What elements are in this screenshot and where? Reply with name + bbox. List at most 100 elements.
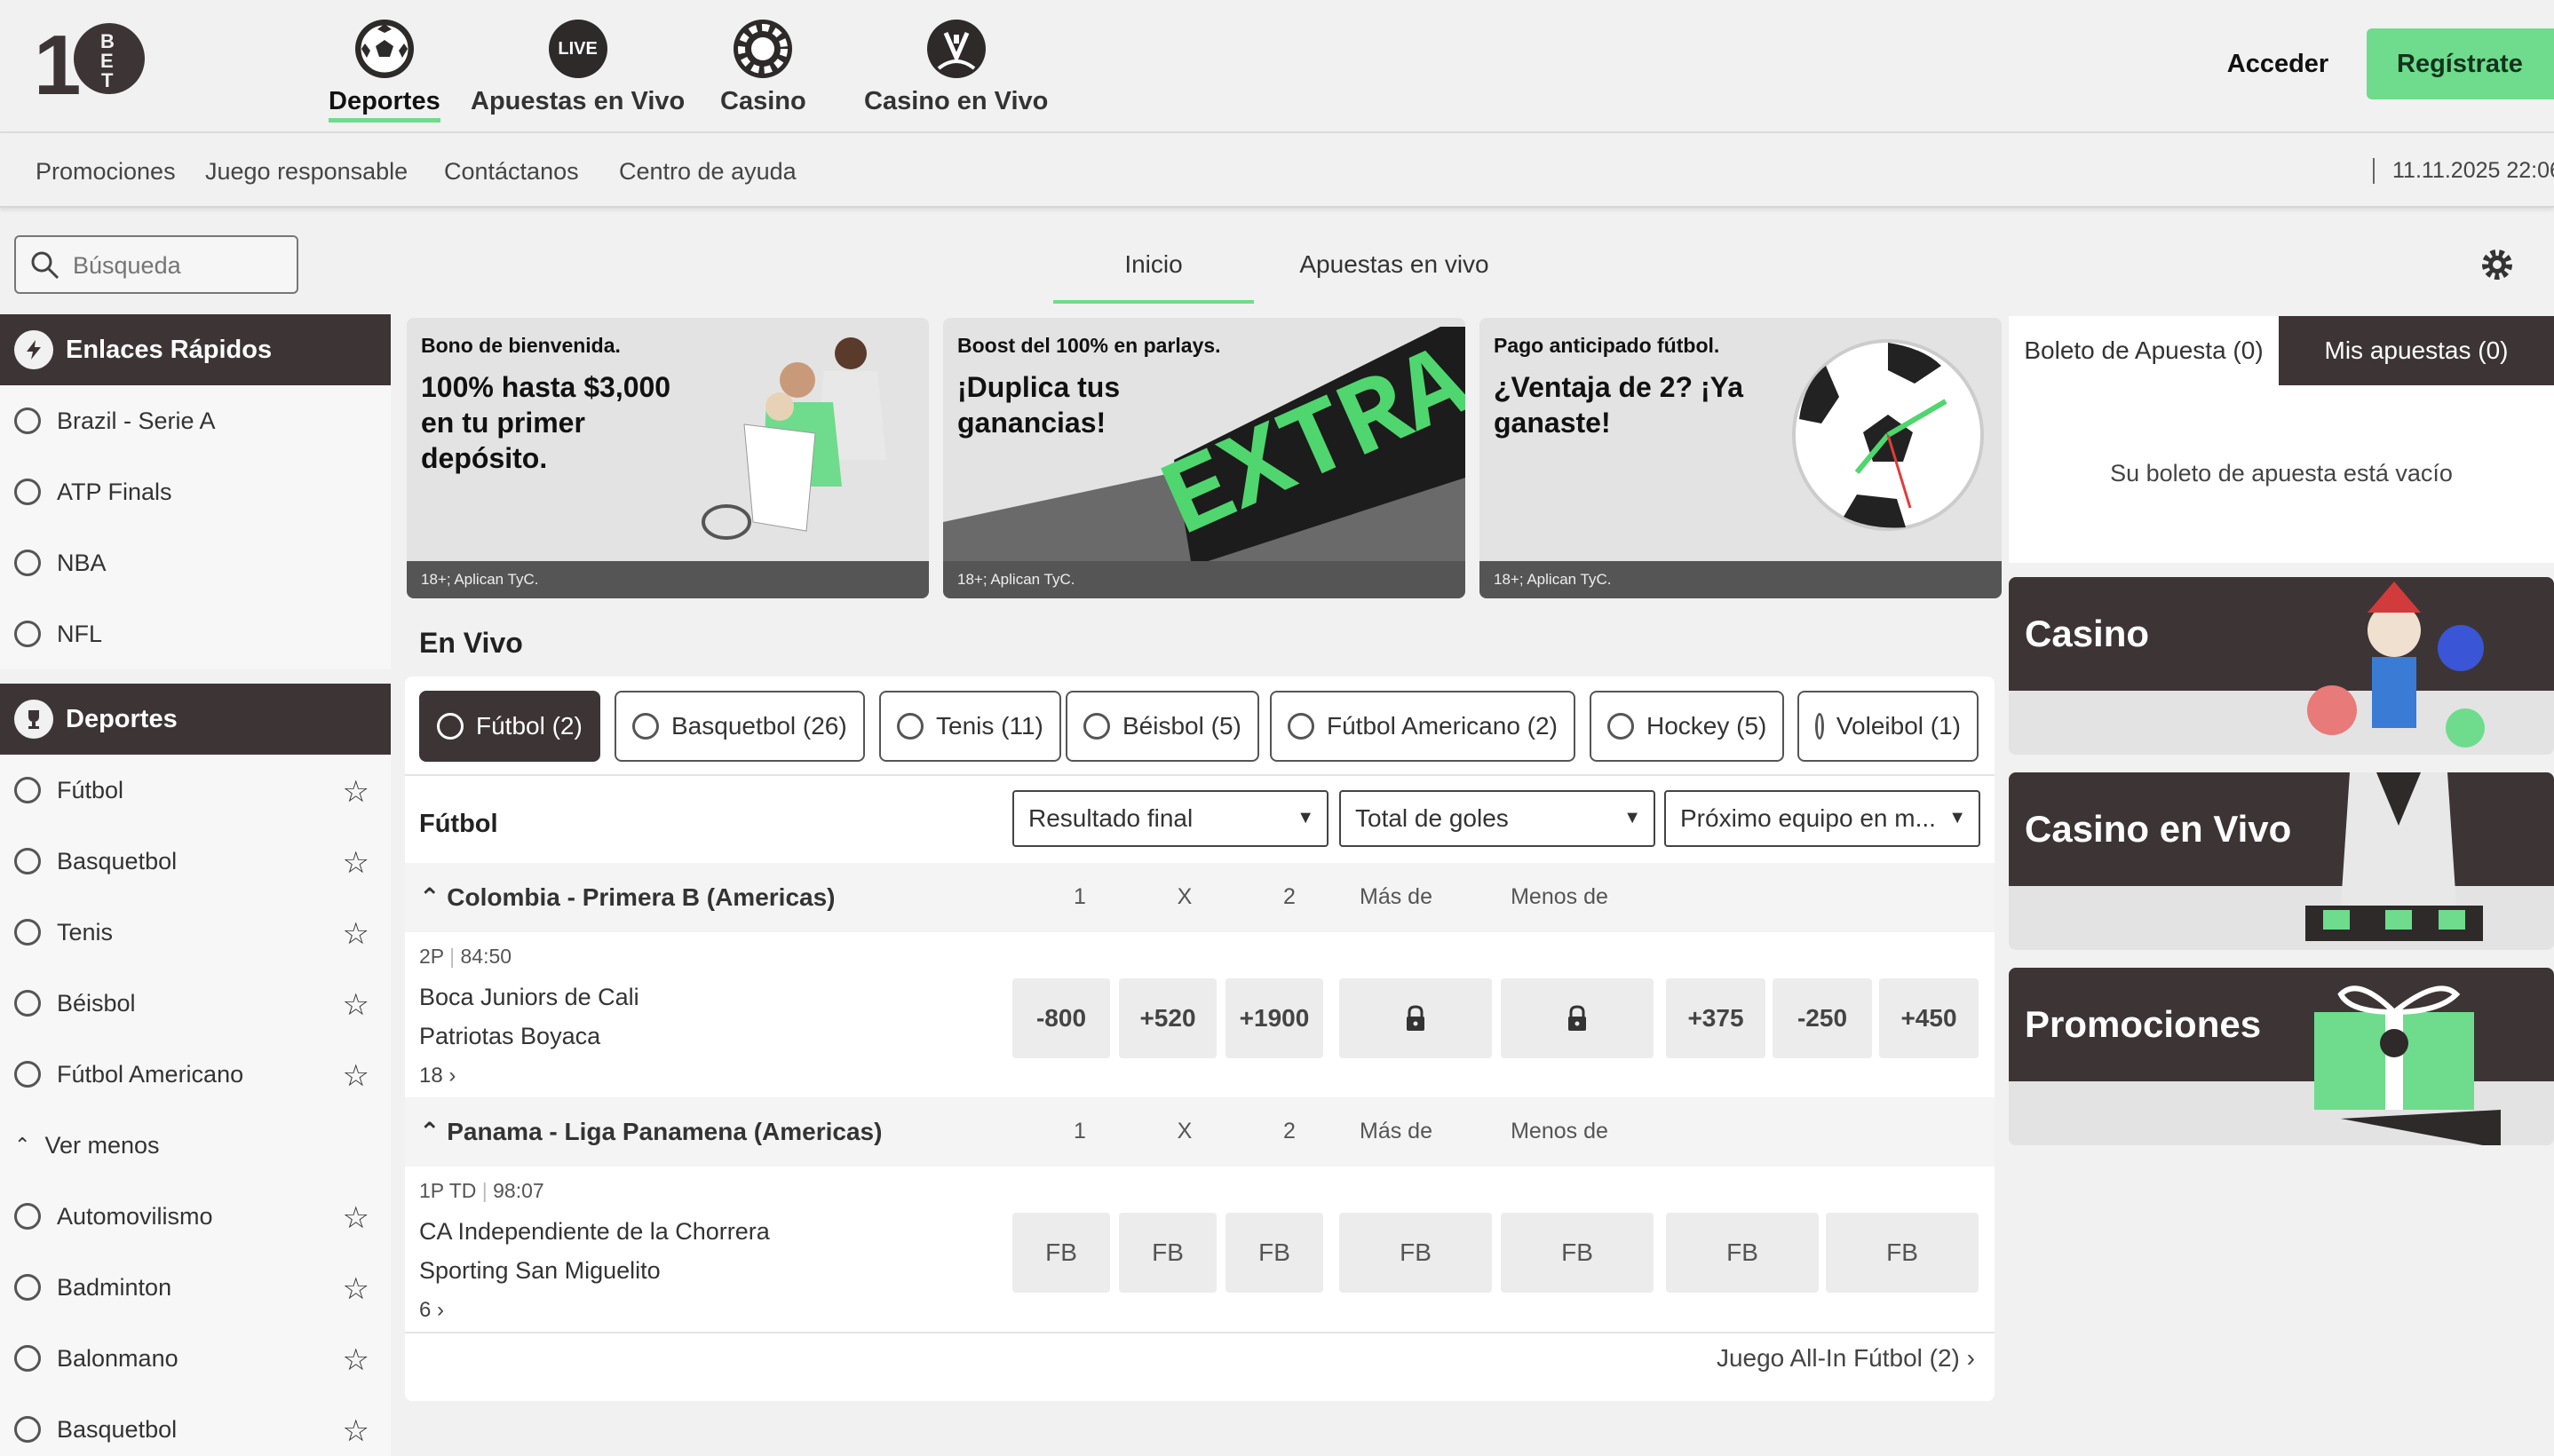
odd-next-team-2[interactable]: +450	[1879, 978, 1979, 1058]
sport-futbol[interactable]: Fútbol ☆	[0, 755, 391, 826]
promo-card-casino-en-vivo[interactable]: Casino en Vivo	[2009, 772, 2554, 950]
quick-link-nfl[interactable]: NFL	[0, 598, 391, 669]
register-button[interactable]: Regístrate	[2367, 28, 2554, 99]
odd-next-team-2[interactable]: FB	[1826, 1213, 1979, 1293]
sport-basquetbol[interactable]: Basquetbol ☆	[0, 826, 391, 897]
link-contactanos[interactable]: Contáctanos	[444, 158, 579, 186]
sport-label: Automovilismo	[57, 1202, 213, 1230]
odd-draw[interactable]: +520	[1119, 978, 1217, 1058]
chevron-up-icon: ⌃	[14, 1134, 31, 1156]
odd-next-team-1[interactable]: FB	[1666, 1213, 1819, 1293]
bet-slip: Boleto de Apuesta (0) Mis apuestas (0) S…	[2009, 316, 2554, 563]
star-icon[interactable]: ☆	[343, 987, 369, 1023]
divider	[405, 1332, 1995, 1333]
odd-home[interactable]: -800	[1012, 978, 1110, 1058]
checkered-flag-icon	[14, 1203, 41, 1230]
link-promociones[interactable]: Promociones	[36, 158, 176, 186]
quick-link-atp-finals[interactable]: ATP Finals	[0, 456, 391, 527]
chevron-down-icon: ▼	[1623, 808, 1641, 827]
link-juego-responsable[interactable]: Juego responsable	[205, 158, 408, 186]
col-under: Menos de	[1511, 1119, 1608, 1143]
promo-card-promociones[interactable]: Promociones	[2009, 968, 2554, 1145]
athletes-illustration	[702, 337, 886, 540]
basketball-icon	[14, 550, 41, 576]
banner-welcome-bonus[interactable]: Bono de bienvenida. 100% hasta $3,000 en…	[407, 318, 929, 598]
star-icon[interactable]: ☆	[343, 774, 369, 810]
chip-futbol[interactable]: Fútbol (2)	[419, 691, 600, 762]
team-away[interactable]: Sporting San Miguelito	[419, 1257, 661, 1285]
handball-icon	[14, 1345, 41, 1372]
odd-draw[interactable]: FB	[1119, 1213, 1217, 1293]
nav-apuestas-en-vivo[interactable]: LIVE Apuestas en Vivo	[471, 20, 685, 116]
col-under: Menos de	[1511, 884, 1608, 909]
chip-futbol-americano[interactable]: Fútbol Americano (2)	[1270, 691, 1575, 762]
hockey-puck-icon	[1607, 713, 1634, 740]
10bet-logo[interactable]: 1 B E T	[34, 18, 149, 107]
match-status: 2P | 84:50	[419, 945, 512, 968]
sport-balonmano[interactable]: Balonmano ☆	[0, 1323, 391, 1394]
banner-kicker: Bono de bienvenida.	[421, 334, 621, 357]
chip-tenis[interactable]: Tenis (11)	[879, 691, 1061, 762]
search-box[interactable]	[14, 235, 298, 294]
star-icon[interactable]: ☆	[343, 1342, 369, 1378]
soccer-ball-icon	[437, 713, 464, 740]
tab-apuestas-en-vivo[interactable]: Apuestas en vivo	[1279, 250, 1510, 279]
chevron-down-icon: ▼	[1297, 808, 1314, 827]
sport-label: Basquetbol	[57, 1415, 178, 1443]
col-draw: X	[1177, 884, 1193, 909]
team-home[interactable]: CA Independiente de la Chorrera	[419, 1218, 770, 1246]
odd-away[interactable]: +1900	[1225, 978, 1323, 1058]
tab-bet-slip[interactable]: Boleto de Apuesta (0)	[2009, 316, 2279, 385]
search-input[interactable]	[73, 246, 286, 285]
chip-voleibol[interactable]: Voleibol (1)	[1797, 691, 1979, 762]
market-select-result[interactable]: Resultado final ▼	[1012, 790, 1329, 847]
tab-my-bets[interactable]: Mis apuestas (0)	[2279, 316, 2554, 385]
league-toggle[interactable]: ⌃ Panama - Liga Panamena (Americas)	[419, 1117, 882, 1146]
star-icon[interactable]: ☆	[343, 1058, 369, 1094]
odd-over[interactable]: FB	[1339, 1213, 1492, 1293]
quick-link-label: NFL	[57, 620, 103, 647]
star-icon[interactable]: ☆	[343, 1271, 369, 1307]
team-away[interactable]: Patriotas Boyaca	[419, 1023, 600, 1050]
sport-beisbol[interactable]: Béisbol ☆	[0, 968, 391, 1039]
star-icon[interactable]: ☆	[343, 845, 369, 881]
more-markets-link[interactable]: 18 ›	[419, 1064, 456, 1088]
nav-casino-en-vivo[interactable]: Casino en Vivo	[864, 20, 1048, 116]
odd-away[interactable]: FB	[1225, 1213, 1323, 1293]
col-draw: X	[1177, 1119, 1193, 1143]
link-centro-de-ayuda[interactable]: Centro de ayuda	[619, 158, 797, 186]
sport-badminton[interactable]: Badminton ☆	[0, 1252, 391, 1323]
market-select-goals[interactable]: Total de goles ▼	[1339, 790, 1655, 847]
promo-card-casino[interactable]: Casino	[2009, 577, 2554, 755]
chip-beisbol[interactable]: Béisbol (5)	[1066, 691, 1259, 762]
odd-next-team-x[interactable]: -250	[1773, 978, 1872, 1058]
toggle-ver-menos[interactable]: ⌃ Ver menos	[0, 1110, 391, 1181]
star-icon[interactable]: ☆	[343, 916, 369, 952]
team-home[interactable]: Boca Juniors de Cali	[419, 984, 639, 1011]
chip-hockey[interactable]: Hockey (5)	[1590, 691, 1785, 762]
league-toggle[interactable]: ⌃ Colombia - Primera B (Americas)	[419, 882, 836, 912]
sport-basquetbol-2[interactable]: Basquetbol ☆	[0, 1394, 391, 1456]
all-in-link[interactable]: Juego All-In Fútbol (2) ›	[1717, 1344, 1975, 1373]
chip-basquetbol[interactable]: Basquetbol (26)	[615, 691, 865, 762]
gear-icon[interactable]	[2479, 247, 2515, 282]
more-markets-link[interactable]: 6 ›	[419, 1298, 444, 1323]
nav-casino[interactable]: Casino	[720, 20, 806, 116]
star-icon[interactable]: ☆	[343, 1413, 369, 1449]
banner-parlay-boost[interactable]: Boost del 100% en parlays. ¡Duplica tus …	[943, 318, 1465, 598]
quick-link-nba[interactable]: NBA	[0, 527, 391, 598]
login-button[interactable]: Acceder	[2202, 28, 2353, 99]
nav-deportes[interactable]: Deportes	[329, 20, 440, 123]
star-icon[interactable]: ☆	[343, 1200, 369, 1236]
odd-next-team-1[interactable]: +375	[1666, 978, 1765, 1058]
match-clock: 98:07	[493, 1179, 544, 1202]
sport-futbol-americano[interactable]: Fútbol Americano ☆	[0, 1039, 391, 1110]
market-select-next-team[interactable]: Próximo equipo en m... ▼	[1664, 790, 1980, 847]
sport-automovilismo[interactable]: Automovilismo ☆	[0, 1181, 391, 1252]
banner-early-payout[interactable]: Pago anticipado fútbol. ¿Ventaja de 2? ¡…	[1479, 318, 2002, 598]
odd-under[interactable]: FB	[1501, 1213, 1654, 1293]
quick-link-brazil-serie-a[interactable]: Brazil - Serie A	[0, 385, 391, 456]
tab-inicio[interactable]: Inicio	[1053, 250, 1254, 304]
odd-home[interactable]: FB	[1012, 1213, 1110, 1293]
sport-tenis[interactable]: Tenis ☆	[0, 897, 391, 968]
